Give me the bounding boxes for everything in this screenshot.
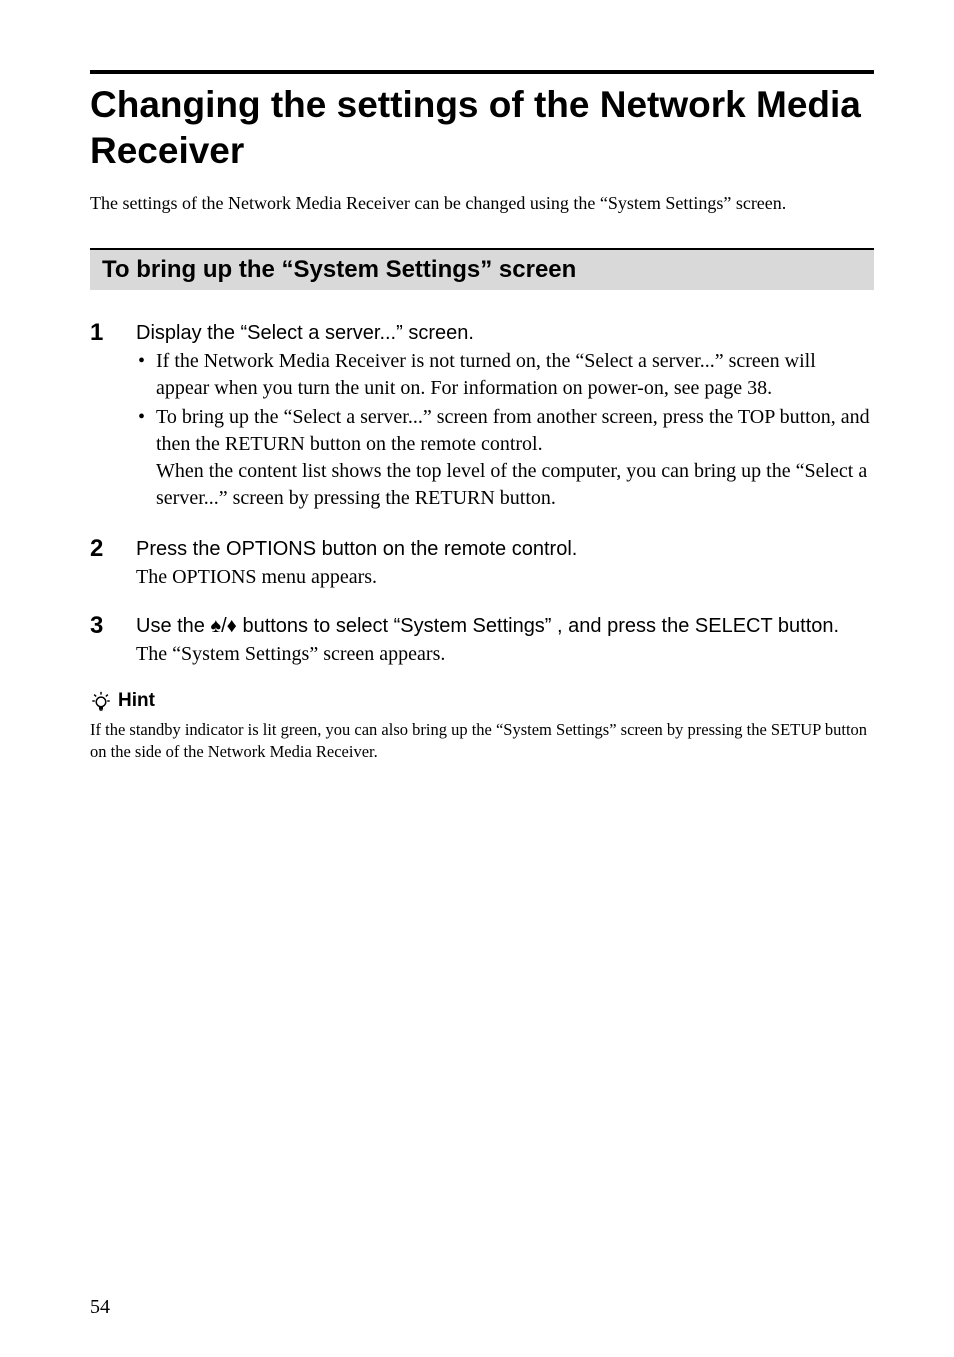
step-body: Display the “Select a server...” screen.… (136, 320, 874, 514)
page-number: 54 (90, 1296, 110, 1319)
step-number: 1 (90, 320, 136, 514)
bullet-item: To bring up the “Select a server...” scr… (136, 404, 874, 512)
step-2: 2 Press the OPTIONS button on the remote… (90, 536, 874, 591)
down-arrow-icon: ♦ (227, 615, 237, 637)
step-result: The “System Settings” screen appears. (136, 641, 874, 668)
hint-title: Hint (90, 690, 155, 712)
up-arrow-icon: ♠ (210, 615, 221, 637)
bullet-list: If the Network Media Receiver is not tur… (136, 348, 874, 512)
hint-bulb-icon (90, 690, 112, 712)
hint-text: If the standby indicator is lit green, y… (90, 719, 874, 764)
hint-label: Hint (118, 690, 155, 712)
step-body: Use the ♠/♦ buttons to select “System Se… (136, 613, 874, 668)
step-result: The OPTIONS menu appears. (136, 564, 874, 591)
intro-text: The settings of the Network Media Receiv… (90, 193, 874, 214)
step-instruction-suffix: buttons to select “System Settings” , an… (237, 615, 839, 637)
hint-block: Hint If the standby indicator is lit gre… (90, 690, 874, 764)
step-number: 2 (90, 536, 136, 591)
step-number: 3 (90, 613, 136, 668)
step-instruction-prefix: Use the (136, 615, 210, 637)
step-instruction: Press the OPTIONS button on the remote c… (136, 536, 874, 562)
bullet-item: If the Network Media Receiver is not tur… (136, 348, 874, 402)
step-instruction: Use the ♠/♦ buttons to select “System Se… (136, 613, 874, 639)
section-heading: To bring up the “System Settings” screen (90, 248, 874, 290)
step-body: Press the OPTIONS button on the remote c… (136, 536, 874, 591)
top-rule (90, 70, 874, 74)
step-1: 1 Display the “Select a server...” scree… (90, 320, 874, 514)
page-title: Changing the settings of the Network Med… (90, 82, 874, 175)
step-instruction: Display the “Select a server...” screen. (136, 320, 874, 346)
step-3: 3 Use the ♠/♦ buttons to select “System … (90, 613, 874, 668)
